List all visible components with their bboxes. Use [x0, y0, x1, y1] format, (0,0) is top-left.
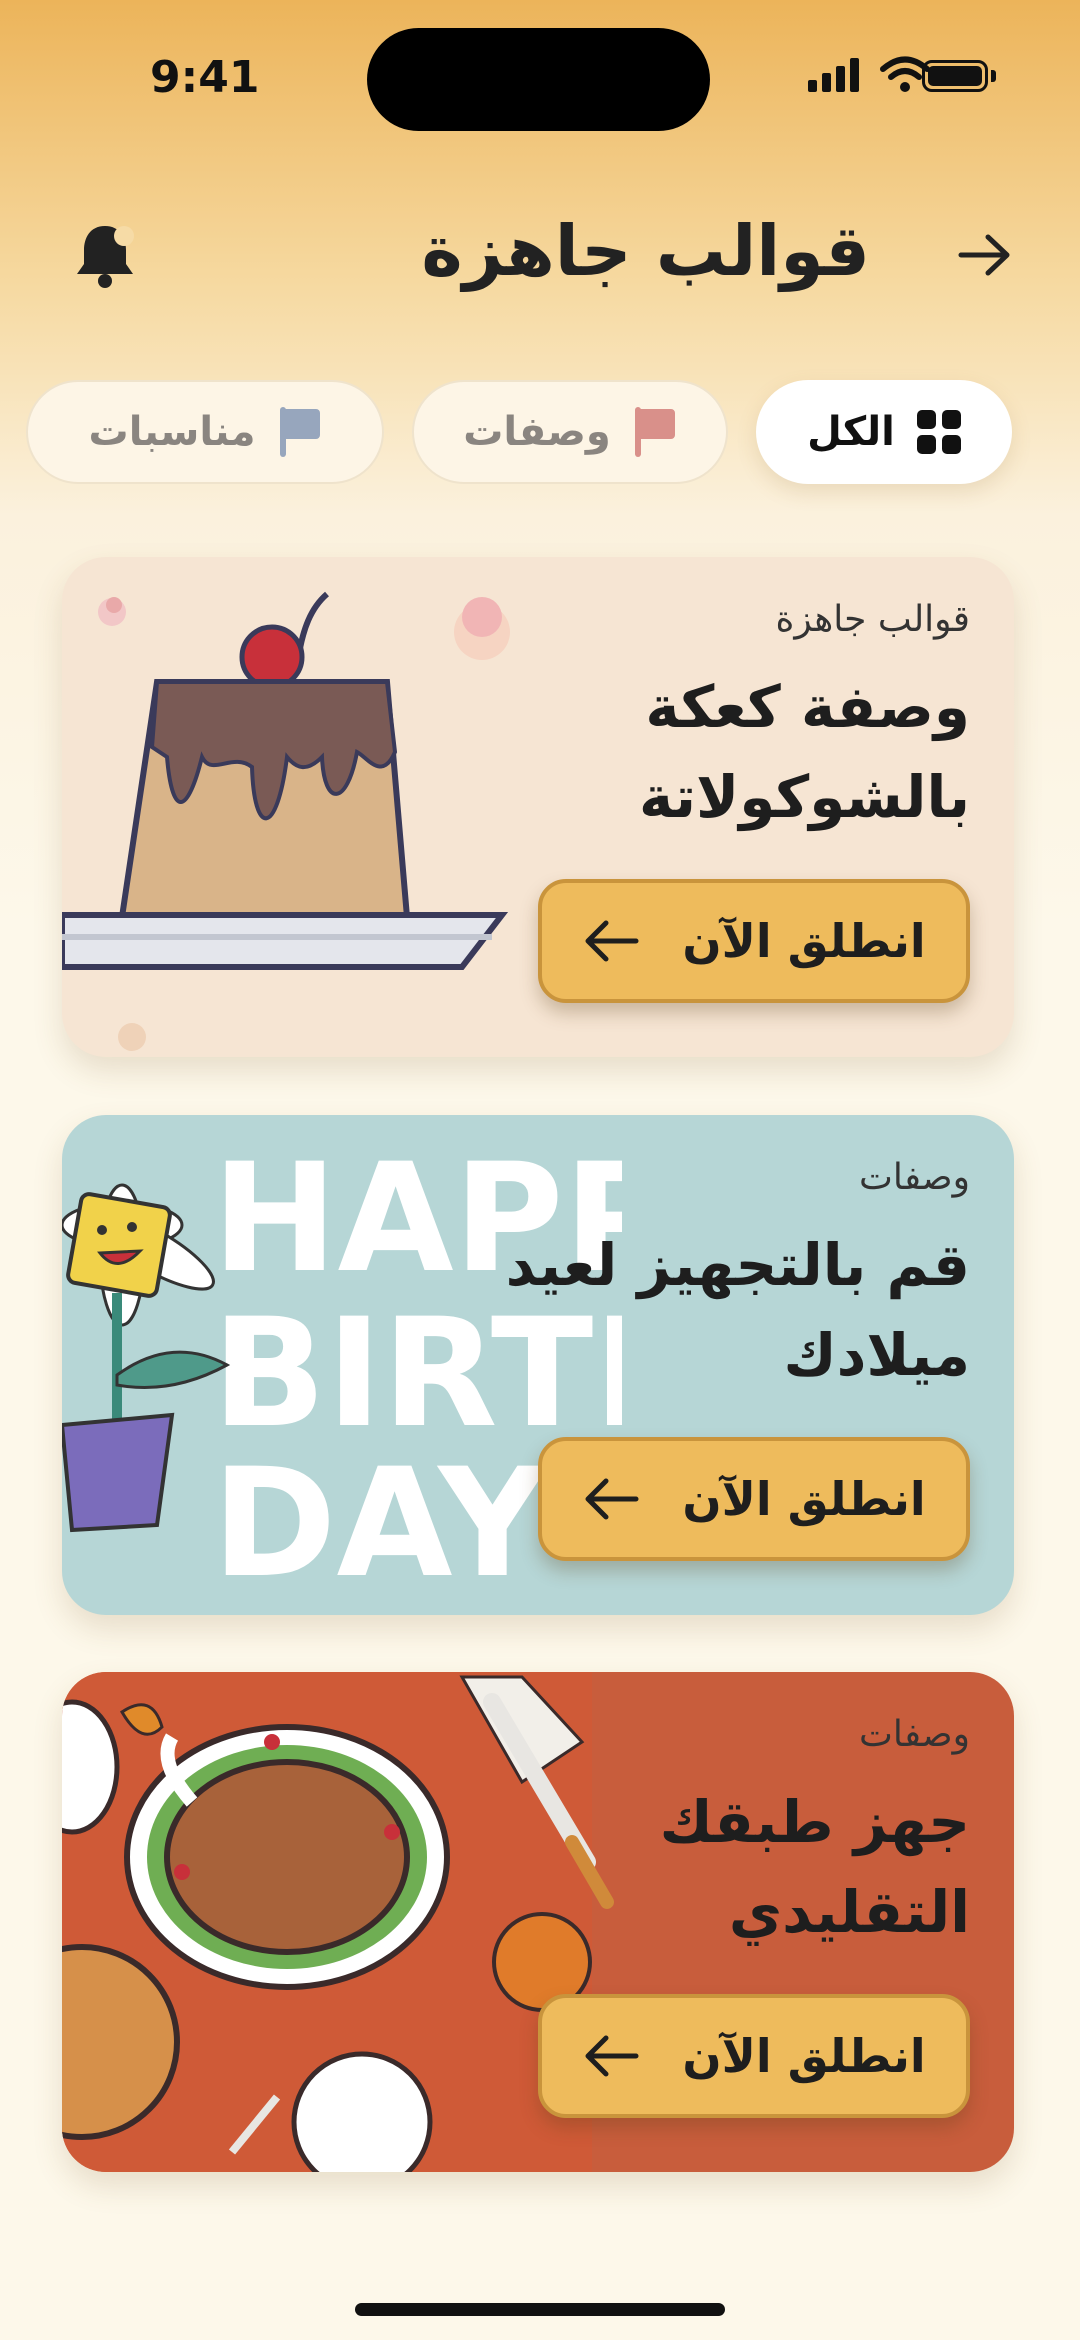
- template-card-birthday[interactable]: HAPPY BIRTH DAY وصفات قم بالتجهيز لعيد م…: [62, 1115, 1014, 1615]
- button-label: انطلق الآن: [682, 914, 926, 968]
- filter-chip-label: وصفات: [463, 409, 611, 455]
- start-now-button[interactable]: انطلق الآن: [538, 1437, 970, 1561]
- flag-icon: [278, 407, 322, 457]
- page-title: قوالب جاهزة: [421, 210, 870, 292]
- home-indicator[interactable]: [355, 2303, 725, 2316]
- header: قوالب جاهزة: [0, 200, 1080, 310]
- card-category-label: قوالب جاهزة: [775, 599, 970, 640]
- arrow-left-icon: [585, 1478, 639, 1520]
- filter-chip-label: الكل: [807, 409, 895, 455]
- status-time: 9:41: [150, 52, 260, 103]
- button-label: انطلق الآن: [682, 2029, 926, 2083]
- battery-icon: [922, 60, 988, 92]
- card-title: جهز طبقك التقليدي: [659, 1788, 970, 1946]
- start-now-button[interactable]: انطلق الآن: [538, 879, 970, 1003]
- filter-chip-all[interactable]: الكل: [756, 380, 1012, 484]
- button-label: انطلق الآن: [682, 1472, 926, 1526]
- template-card-cake[interactable]: قوالب جاهزة وصفة كعكة بالشوكولاتة انطلق …: [62, 557, 1014, 1057]
- arrow-left-icon: [585, 2035, 639, 2077]
- arrow-left-icon: [585, 920, 639, 962]
- card-title: وصفة كعكة بالشوكولاتة: [639, 673, 970, 831]
- arrow-right-icon[interactable]: [955, 230, 1015, 280]
- dynamic-island: [367, 28, 710, 131]
- template-card-dish[interactable]: وصفات جهز طبقك التقليدي انطلق الآن: [62, 1672, 1014, 2172]
- art-text-day: DAY: [212, 1437, 549, 1611]
- filter-chip-occasions[interactable]: مناسبات: [26, 380, 384, 484]
- filter-chip-label: مناسبات: [88, 409, 256, 455]
- bell-icon[interactable]: [70, 220, 140, 290]
- start-now-button[interactable]: انطلق الآن: [538, 1994, 970, 2118]
- battery-tip: [991, 70, 996, 82]
- grid-icon: [916, 410, 961, 454]
- card-category-label: وصفات: [858, 1714, 970, 1755]
- card-title: قم بالتجهيز لعيد ميلادك: [505, 1231, 970, 1389]
- flag-icon: [633, 407, 677, 457]
- card-category-label: وصفات: [858, 1157, 970, 1198]
- cellular-signal-icon: [808, 58, 859, 92]
- filter-chip-recipes[interactable]: وصفات: [412, 380, 728, 484]
- status-bar: 9:41: [0, 0, 1080, 150]
